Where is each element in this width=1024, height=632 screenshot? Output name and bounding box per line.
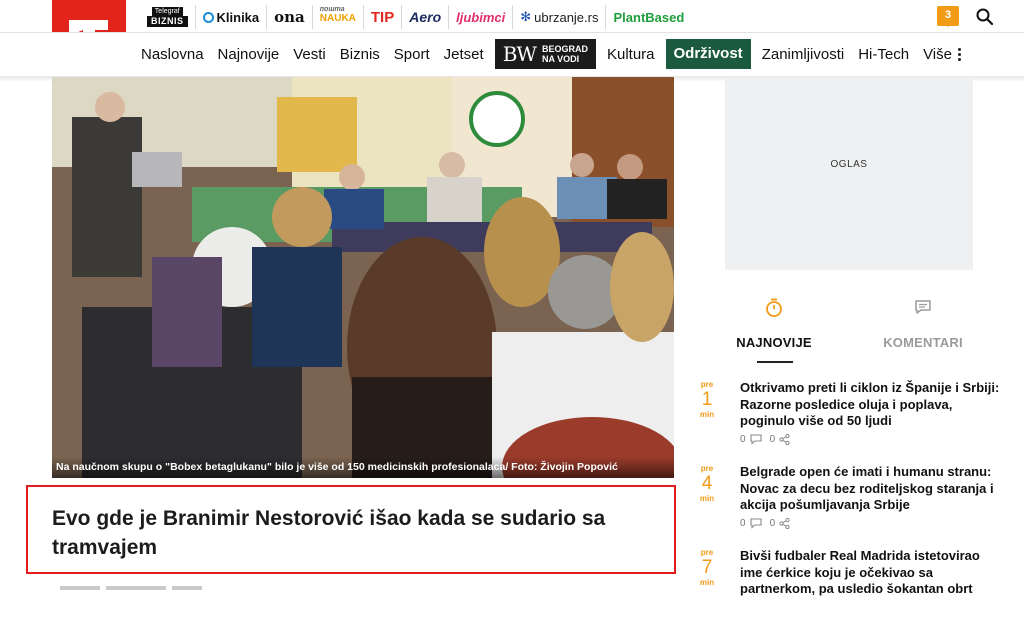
partner-telegraf-biznis[interactable]: Telegraf BIZNIS	[140, 5, 195, 29]
news-time-num: 1	[701, 389, 713, 410]
klinika-logo-icon	[202, 11, 214, 23]
partner-aero[interactable]: Aero	[401, 5, 448, 29]
partner-bar: Telegraf BIZNIS Klinika ona пошта NAUKA …	[0, 0, 1024, 32]
headline-highlight: Evo gde je Branimir Nestorović išao kada…	[26, 485, 676, 574]
article-meta-partial	[60, 586, 240, 592]
meta-placeholder	[172, 586, 202, 590]
nav-hi-tech[interactable]: Hi-Tech	[851, 46, 916, 63]
news-meta: 0 0	[740, 434, 790, 445]
tab-najnovije[interactable]: NAJNOVIJE	[719, 298, 829, 350]
partner-ljubimci[interactable]: ljubimci	[448, 5, 512, 29]
ad-label: OGLAS	[830, 159, 868, 170]
partner-ona[interactable]: ona	[266, 5, 312, 29]
nav-more-label: Više	[923, 45, 952, 63]
partner-plantbased-label: PlantBased	[613, 9, 685, 25]
photo-caption: Na naučnom skupu o "Bobex betaglukanu" b…	[52, 457, 674, 478]
bw-line2: NA VODI	[541, 54, 580, 64]
tab-komentari[interactable]: KOMENTARI	[868, 298, 978, 350]
news-time-pre: pre	[700, 548, 714, 557]
nav-jetset[interactable]: Jetset	[437, 46, 491, 63]
nav-items: Naslovna Najnovije Vesti Biznis Sport Je…	[134, 33, 968, 75]
share-icon[interactable]	[779, 518, 790, 529]
news-time-num: 4	[701, 473, 713, 494]
news-title[interactable]: Bivši fudbaler Real Madrida istetovirao …	[740, 548, 1000, 598]
nav-beograd-na-vodi[interactable]: BW BEOGRAD NA VODI	[494, 39, 596, 69]
partner-ljubimci-label: ljubimci	[456, 9, 506, 25]
tab-active-indicator	[757, 361, 793, 363]
partner-links: Telegraf BIZNIS Klinika ona пошта NAUKA …	[140, 4, 691, 30]
search-button[interactable]	[975, 7, 995, 27]
partner-ubrzanje[interactable]: ✻ ubrzanje.rs	[512, 5, 605, 29]
news-title[interactable]: Belgrade open će imati i humanu stranu: …	[740, 464, 1000, 514]
share-count: 0	[769, 434, 776, 445]
partner-biznis-label: BIZNIS	[147, 16, 188, 27]
partner-plantbased[interactable]: PlantBased	[605, 5, 691, 29]
nav-vesti[interactable]: Vesti	[286, 46, 333, 63]
comment-icon[interactable]	[750, 434, 762, 445]
news-time-unit: min	[699, 578, 715, 587]
nav-odrzivost[interactable]: Održivost	[665, 39, 751, 69]
news-time: pre 4 min	[695, 464, 719, 503]
notification-badge[interactable]: 3	[937, 6, 959, 27]
news-item[interactable]: pre 1 min Otkrivamo preti li ciklon iz Š…	[695, 380, 1000, 464]
latest-news-list: pre 1 min Otkrivamo preti li ciklon iz Š…	[695, 380, 1000, 632]
hero-photo[interactable]: Na naučnom skupu o "Bobex betaglukanu" b…	[52, 77, 674, 478]
partner-tip[interactable]: TIP	[362, 5, 401, 29]
news-meta: 0 0	[740, 518, 790, 529]
comment-count: 0	[740, 518, 746, 529]
nav-naslovna[interactable]: Naslovna	[134, 46, 211, 63]
partner-ubrzanje-label: ubrzanje.rs	[534, 9, 599, 25]
bw-line1: BEOGRAD	[541, 44, 588, 54]
news-item[interactable]: pre 4 min Belgrade open će imati i human…	[695, 464, 1000, 548]
nav-najnovije[interactable]: Najnovije	[211, 46, 287, 63]
comment-count: 0	[740, 434, 746, 445]
nav-more-button[interactable]: Više	[916, 46, 968, 63]
tab-komentari-label: KOMENTARI	[883, 335, 963, 350]
news-time: pre 7 min	[695, 548, 719, 587]
news-time-unit: min	[699, 410, 715, 419]
partner-klinika-label: Klinika	[216, 9, 260, 25]
article-headline[interactable]: Evo gde je Branimir Nestorović išao kada…	[52, 504, 652, 562]
news-time-pre: pre	[700, 464, 714, 473]
comment-icon[interactable]	[750, 518, 762, 529]
news-item[interactable]: pre 7 min Bivši fudbaler Real Madrida is…	[695, 548, 1000, 632]
main-nav: Naslovna Najnovije Vesti Biznis Sport Je…	[0, 32, 1024, 76]
comment-icon	[915, 300, 931, 314]
search-icon	[976, 8, 994, 26]
nav-kultura[interactable]: Kultura	[600, 46, 662, 63]
snowflake-icon: ✻	[520, 9, 532, 24]
kebab-menu-icon	[957, 47, 961, 61]
bw-text: BEOGRAD NA VODI	[542, 44, 588, 64]
share-icon[interactable]	[779, 434, 790, 445]
bw-logo: BW	[502, 42, 537, 66]
meta-placeholder	[60, 586, 100, 590]
share-count: 0	[769, 518, 776, 529]
partner-nauka-label: NAUKA	[319, 13, 356, 24]
partner-aero-label: Aero	[409, 9, 442, 25]
news-time-num: 7	[701, 557, 713, 578]
news-title[interactable]: Otkrivamo preti li ciklon iz Španije i S…	[740, 380, 1000, 430]
conference-photo	[52, 77, 674, 478]
partner-klinika[interactable]: Klinika	[194, 5, 267, 29]
nav-sport[interactable]: Sport	[387, 46, 437, 63]
partner-nauka[interactable]: пошта NAUKA	[311, 5, 363, 29]
news-time-unit: min	[699, 494, 715, 503]
meta-placeholder	[106, 586, 166, 590]
news-time: pre 1 min	[695, 380, 719, 419]
nav-zanimljivosti[interactable]: Zanimljivosti	[755, 46, 852, 63]
partner-telegraf-label: Telegraf	[151, 7, 183, 16]
advertisement[interactable]: OGLAS	[725, 77, 973, 270]
nav-biznis[interactable]: Biznis	[333, 46, 387, 63]
tab-najnovije-label: NAJNOVIJE	[736, 335, 812, 350]
partner-ona-label: ona	[274, 8, 305, 26]
partner-tip-label: TIP	[370, 8, 395, 26]
news-time-pre: pre	[700, 380, 714, 389]
stopwatch-icon	[766, 298, 782, 317]
